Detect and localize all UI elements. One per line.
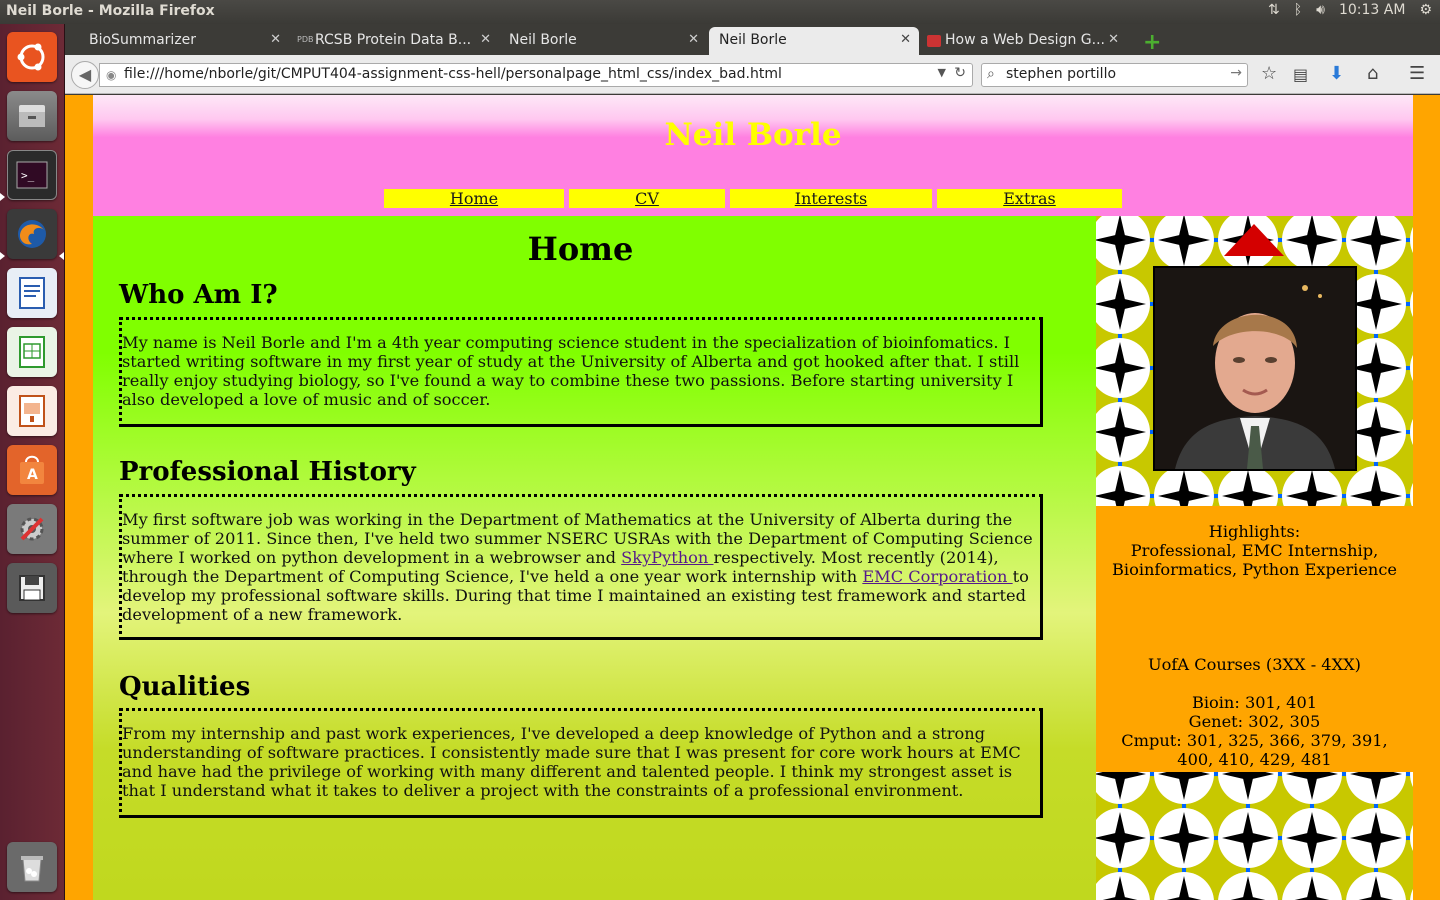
menu-hamburger-icon[interactable]: ☰ <box>1409 63 1425 84</box>
profile-photo <box>1153 266 1357 471</box>
nav-link-interests[interactable]: Interests <box>730 189 932 208</box>
courses-cmput: Cmput: 301, 325, 366, 379, 391, <box>1121 731 1388 750</box>
tab-web-design[interactable]: How a Web Design G... ✕ <box>921 27 1127 55</box>
files-icon[interactable] <box>7 91 57 141</box>
close-icon[interactable]: ✕ <box>688 32 699 47</box>
indicator-area: ⇅ ᛒ 🔊︎ 10:13 AM ⚙ <box>1268 2 1432 18</box>
courses-cmput: 400, 410, 429, 481 <box>1177 750 1332 769</box>
calc-icon[interactable] <box>7 327 57 377</box>
svg-text:A: A <box>27 467 38 483</box>
settings-icon[interactable] <box>7 504 57 554</box>
back-arrow-icon[interactable]: ◀ <box>71 61 99 89</box>
site-header: Neil Borle Home CV Interests Extras <box>93 95 1413 216</box>
search-icon: ⌕ <box>987 66 995 82</box>
section-heading-qualities: Qualities <box>119 672 251 702</box>
bluetooth-icon[interactable]: ᛒ <box>1294 2 1302 18</box>
nav-link-home[interactable]: Home <box>384 189 564 208</box>
trash-icon[interactable] <box>7 842 57 892</box>
section-text: From my internship and past work experie… <box>122 724 1021 800</box>
ubuntu-dash-icon[interactable] <box>7 32 57 82</box>
new-tab-plus-icon[interactable]: + <box>1143 30 1161 55</box>
decorative-pattern-top <box>1096 216 1413 506</box>
section-box-who-am-i: My name is Neil Borle and I'm a 4th year… <box>119 317 1043 427</box>
tab-neil-borle-active[interactable]: Neil Borle ✕ <box>709 27 919 55</box>
save-icon[interactable] <box>7 563 57 613</box>
url-text: file:///home/nborle/git/CMPUT404-assignm… <box>124 66 782 82</box>
reload-icon[interactable]: ↻ <box>954 65 966 81</box>
decorative-pattern-bottom <box>1096 772 1413 900</box>
highlights-text: Professional, EMC Internship, <box>1130 541 1379 560</box>
software-center-icon[interactable]: A <box>7 445 57 495</box>
tab-label: Neil Borle <box>719 32 787 48</box>
tab-neil-borle-1[interactable]: Neil Borle ✕ <box>501 27 707 55</box>
site-title: Neil Borle <box>664 117 842 153</box>
close-icon[interactable]: ✕ <box>480 32 491 47</box>
courses-bioin: Bioin: 301, 401 <box>1191 693 1318 712</box>
globe-icon: ◉ <box>106 68 117 82</box>
section-box-professional-history: My first software job was working in the… <box>119 494 1043 640</box>
close-icon[interactable]: ✕ <box>900 32 911 47</box>
section-text: My name is Neil Borle and I'm a 4th year… <box>122 333 1020 409</box>
search-go-arrow-icon[interactable]: → <box>1230 65 1242 81</box>
bookmark-star-icon[interactable]: ☆ <box>1261 63 1277 84</box>
tab-label: How a Web Design G... <box>945 32 1105 48</box>
courses-genet: Genet: 302, 305 <box>1188 712 1321 731</box>
skypython-link[interactable]: SkyPython <box>621 548 713 567</box>
site-favicon-icon <box>927 35 941 47</box>
page-heading: Home <box>527 230 634 268</box>
highlights-text: Bioinformatics, Python Experience <box>1112 560 1397 579</box>
tab-label: RCSB Protein Data B... <box>315 32 472 48</box>
terminal-icon[interactable]: >_ <box>7 150 57 200</box>
top-panel: Neil Borle - Mozilla Firefox ⇅ ᛒ 🔊︎ 10:1… <box>0 0 1440 24</box>
home-icon[interactable]: ⌂ <box>1367 63 1378 84</box>
svg-text:>_: >_ <box>21 169 35 182</box>
tab-bar: BioSummarizer ✕ PDB RCSB Protein Data B.… <box>65 24 1440 55</box>
search-input[interactable]: ⌕ stephen portillo → <box>981 63 1248 87</box>
page-viewport: Neil Borle Home CV Interests Extras Home… <box>65 95 1440 900</box>
emc-corporation-link[interactable]: EMC Corporation <box>862 567 1012 586</box>
navigation-toolbar: ◀ ◉ file:///home/nborle/git/CMPUT404-ass… <box>65 55 1440 94</box>
tab-label: BioSummarizer <box>89 32 197 48</box>
running-indicator <box>0 252 5 260</box>
volume-icon[interactable]: 🔊︎ <box>1316 2 1325 18</box>
tab-rcsb[interactable]: PDB RCSB Protein Data B... ✕ <box>291 27 499 55</box>
clock[interactable]: 10:13 AM <box>1339 2 1405 18</box>
bookmarks-menu-icon[interactable]: ▤ <box>1293 65 1308 84</box>
close-icon[interactable]: ✕ <box>270 32 281 47</box>
writer-icon[interactable] <box>7 268 57 318</box>
network-icon[interactable]: ⇅ <box>1268 2 1280 18</box>
section-box-qualities: From my internship and past work experie… <box>119 708 1043 818</box>
firefox-icon[interactable] <box>7 209 57 259</box>
main-content: Home Who Am I? My name is Neil Borle and… <box>93 216 1096 900</box>
running-indicator <box>0 193 5 201</box>
section-heading-professional-history: Professional History <box>119 457 416 487</box>
url-bar[interactable]: ◉ file:///home/nborle/git/CMPUT404-assig… <box>99 63 973 87</box>
tab-biosummarizer[interactable]: BioSummarizer ✕ <box>65 27 289 55</box>
impress-icon[interactable] <box>7 386 57 436</box>
nav-link-cv[interactable]: CV <box>569 189 725 208</box>
gear-icon[interactable]: ⚙ <box>1419 2 1432 18</box>
nav-link-extras[interactable]: Extras <box>937 189 1122 208</box>
focused-indicator <box>59 252 64 260</box>
downloads-arrow-icon[interactable]: ⬇ <box>1329 63 1344 84</box>
section-heading-who-am-i: Who Am I? <box>119 280 278 310</box>
sidebar: Highlights: Professional, EMC Internship… <box>1096 216 1413 900</box>
launcher: >_ A <box>0 24 65 900</box>
tab-label: Neil Borle <box>509 32 577 48</box>
pdb-favicon-icon: PDB <box>297 35 314 44</box>
close-icon[interactable]: ✕ <box>1108 32 1119 47</box>
dropdown-arrow-icon[interactable]: ▼ <box>938 66 946 79</box>
courses-title: UofA Courses (3XX - 4XX) <box>1148 655 1361 674</box>
highlights-title: Highlights: <box>1208 522 1301 541</box>
search-text: stephen portillo <box>1006 66 1117 82</box>
window-title: Neil Borle - Mozilla Firefox <box>6 3 215 19</box>
